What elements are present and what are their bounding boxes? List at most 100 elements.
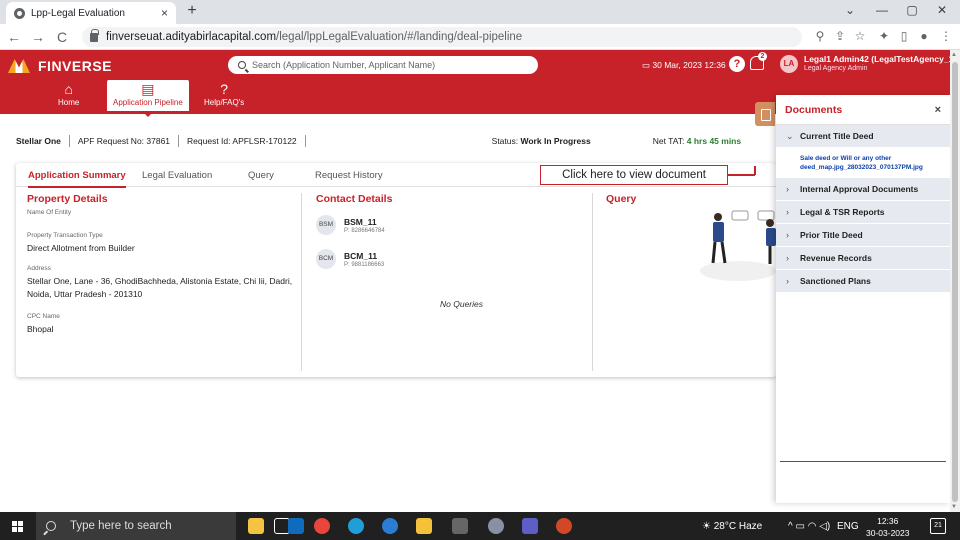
documents-header: Documents ×: [776, 95, 950, 125]
contact-name: BSM_11: [344, 216, 377, 227]
address-label: Address: [27, 265, 51, 273]
clock-time: 12:36: [877, 516, 899, 526]
documents-toggle-icon[interactable]: [755, 102, 775, 126]
teams-icon[interactable]: [522, 518, 538, 534]
documents-panel: Documents × ⌄ Current Title Deed Sale de…: [776, 95, 950, 503]
tab-legal-evaluation[interactable]: Legal Evaluation: [142, 170, 212, 181]
tab-title: Lpp-Legal Evaluation: [31, 7, 125, 19]
doc-category-current-title-deed[interactable]: ⌄ Current Title Deed: [776, 125, 950, 148]
doc-category-sanctioned-plans[interactable]: › Sanctioned Plans: [776, 270, 950, 294]
search-icon: [238, 61, 246, 69]
browser-tab[interactable]: Lpp-Legal Evaluation ×: [6, 2, 176, 24]
calculator-icon[interactable]: [452, 518, 468, 534]
windows-start-icon[interactable]: [12, 521, 23, 532]
request-id: Request Id: APFLSR-170122: [187, 136, 297, 146]
notification-center-icon[interactable]: 21: [930, 518, 946, 534]
doc-category-revenue-records[interactable]: › Revenue Records: [776, 247, 950, 271]
no-queries-illustration: [700, 210, 776, 281]
view-document-callout: Click here to view document: [540, 165, 728, 185]
taskbar-search-input[interactable]: Type here to search: [36, 512, 236, 540]
nav-application-pipeline[interactable]: ▤ Application Pipeline: [107, 80, 189, 117]
minimize-button[interactable]: —: [872, 3, 892, 17]
property-details-title: Property Details: [27, 193, 108, 205]
net-tat: Net TAT: 4 hrs 45 mins: [652, 136, 742, 146]
document-icon: ▤: [141, 81, 155, 97]
scroll-up-icon[interactable]: ▲: [951, 52, 957, 58]
brand-logo[interactable]: FINVERSE: [8, 58, 112, 74]
back-button[interactable]: ←: [6, 29, 22, 45]
close-window-button[interactable]: ✕: [932, 3, 952, 17]
search-input[interactable]: Search (Application Number, Applicant Na…: [228, 56, 538, 74]
user-role: Legal Agency Admin: [804, 65, 868, 72]
nav-help-faq[interactable]: ? Help/FAQ's: [204, 82, 244, 107]
contact-avatar: BCM: [316, 249, 336, 269]
doc-category-label: Sanctioned Plans: [800, 276, 871, 287]
chrome-icon[interactable]: [314, 518, 330, 534]
page-scrollbar[interactable]: ▲ ▼: [950, 50, 960, 512]
profile-icon[interactable]: ●: [916, 29, 932, 43]
outlook-icon[interactable]: [288, 518, 304, 534]
mascot-icon[interactable]: [248, 518, 264, 534]
lock-icon: [90, 28, 99, 42]
contact-avatar: BSM: [316, 215, 336, 235]
transaction-type-value: Direct Allotment from Builder: [27, 243, 135, 253]
url-host: finverseuat.adityabirlacapital.com: [106, 31, 277, 43]
nav-home-label: Home: [58, 98, 80, 107]
brand-name: FINVERSE: [38, 58, 113, 74]
extensions-icon[interactable]: ✦: [876, 29, 892, 43]
doc-category-label: Legal & TSR Reports: [800, 207, 885, 218]
scroll-down-icon[interactable]: ▼: [951, 504, 957, 510]
tab-close-icon[interactable]: ×: [161, 6, 168, 20]
nav-home[interactable]: ⌂ Home: [58, 82, 79, 107]
document-file-link[interactable]: Sale deed or Will or any other deed_map.…: [776, 148, 950, 179]
tab-search-chevron-icon[interactable]: ⌄: [840, 3, 860, 17]
browser-tab-bar: Lpp-Legal Evaluation × + ⌄ — ▢ ✕: [0, 0, 960, 24]
callout-connector: [728, 174, 755, 176]
maximize-button[interactable]: ▢: [902, 3, 922, 17]
url-path: /legal/lppLegalEvaluation/#/landing/deal…: [276, 31, 523, 43]
star-icon[interactable]: ☆: [852, 29, 868, 43]
share-icon[interactable]: ⇪: [832, 29, 848, 43]
tab-query[interactable]: Query: [248, 170, 274, 181]
help-icon[interactable]: ?: [729, 56, 745, 72]
doc-category-internal-approval[interactable]: › Internal Approval Documents: [776, 178, 950, 202]
close-icon[interactable]: ×: [935, 104, 941, 116]
sidepanel-icon[interactable]: ▯: [896, 29, 912, 43]
url-input[interactable]: finverseuat.adityabirlacapital.com/legal…: [82, 27, 802, 47]
nav-pipeline-label: Application Pipeline: [113, 98, 183, 107]
chevron-right-icon: ›: [786, 184, 789, 195]
doc-category-prior-title-deed[interactable]: › Prior Title Deed: [776, 224, 950, 248]
ie-icon[interactable]: [382, 518, 398, 534]
network-app-icon[interactable]: [488, 518, 504, 534]
entity-label: Name Of Entity: [27, 209, 72, 216]
taskbar-clock[interactable]: 12:36 30-03-2023: [866, 515, 909, 539]
reload-button[interactable]: C: [54, 29, 70, 45]
scroll-thumb[interactable]: [952, 62, 958, 502]
user-name[interactable]: Legal1 Admin42 (LegalTestAgency_1_4:: [804, 54, 960, 64]
tab-request-history[interactable]: Request History: [315, 170, 383, 181]
forward-button[interactable]: →: [30, 29, 46, 45]
home-icon: ⌂: [64, 81, 73, 97]
address-value: Stellar One, Lane - 36, GhodiBachheda, A…: [27, 276, 293, 299]
contact-item: BCM BCM_11 P: 9881186663: [316, 249, 586, 269]
edge-icon[interactable]: [348, 518, 364, 534]
doc-category-label: Internal Approval Documents: [800, 184, 919, 195]
avatar[interactable]: LA: [780, 55, 798, 73]
tray-icons[interactable]: ^ ▭ ◠ ◁): [788, 521, 830, 532]
doc-category-legal-tsr[interactable]: › Legal & TSR Reports: [776, 201, 950, 225]
weather-widget[interactable]: ☀ 28°C Haze: [702, 521, 762, 532]
tab-application-summary[interactable]: Application Summary: [28, 170, 126, 188]
windows-taskbar: Type here to search ☀ 28°C Haze ^ ▭ ◠ ◁)…: [0, 512, 960, 540]
header-datetime: ▭ 30 Mar, 2023 12:36: [642, 60, 726, 70]
powerpoint-icon[interactable]: [556, 518, 572, 534]
zoom-icon[interactable]: ⚲: [812, 29, 828, 43]
language-indicator[interactable]: ENG: [837, 521, 859, 532]
new-tab-button[interactable]: +: [182, 2, 202, 20]
menu-icon[interactable]: ⋮: [938, 29, 954, 43]
application-card: Application Summary Legal Evaluation Que…: [16, 163, 776, 377]
chevron-right-icon: ›: [786, 276, 789, 287]
no-queries-text: No Queries: [440, 299, 483, 309]
request-info-bar: Stellar One APF Request No: 37861 Reques…: [16, 130, 776, 152]
file-explorer-icon[interactable]: [416, 518, 432, 534]
contact-item: BSM BSM_11 P: 8286646784: [316, 215, 586, 235]
